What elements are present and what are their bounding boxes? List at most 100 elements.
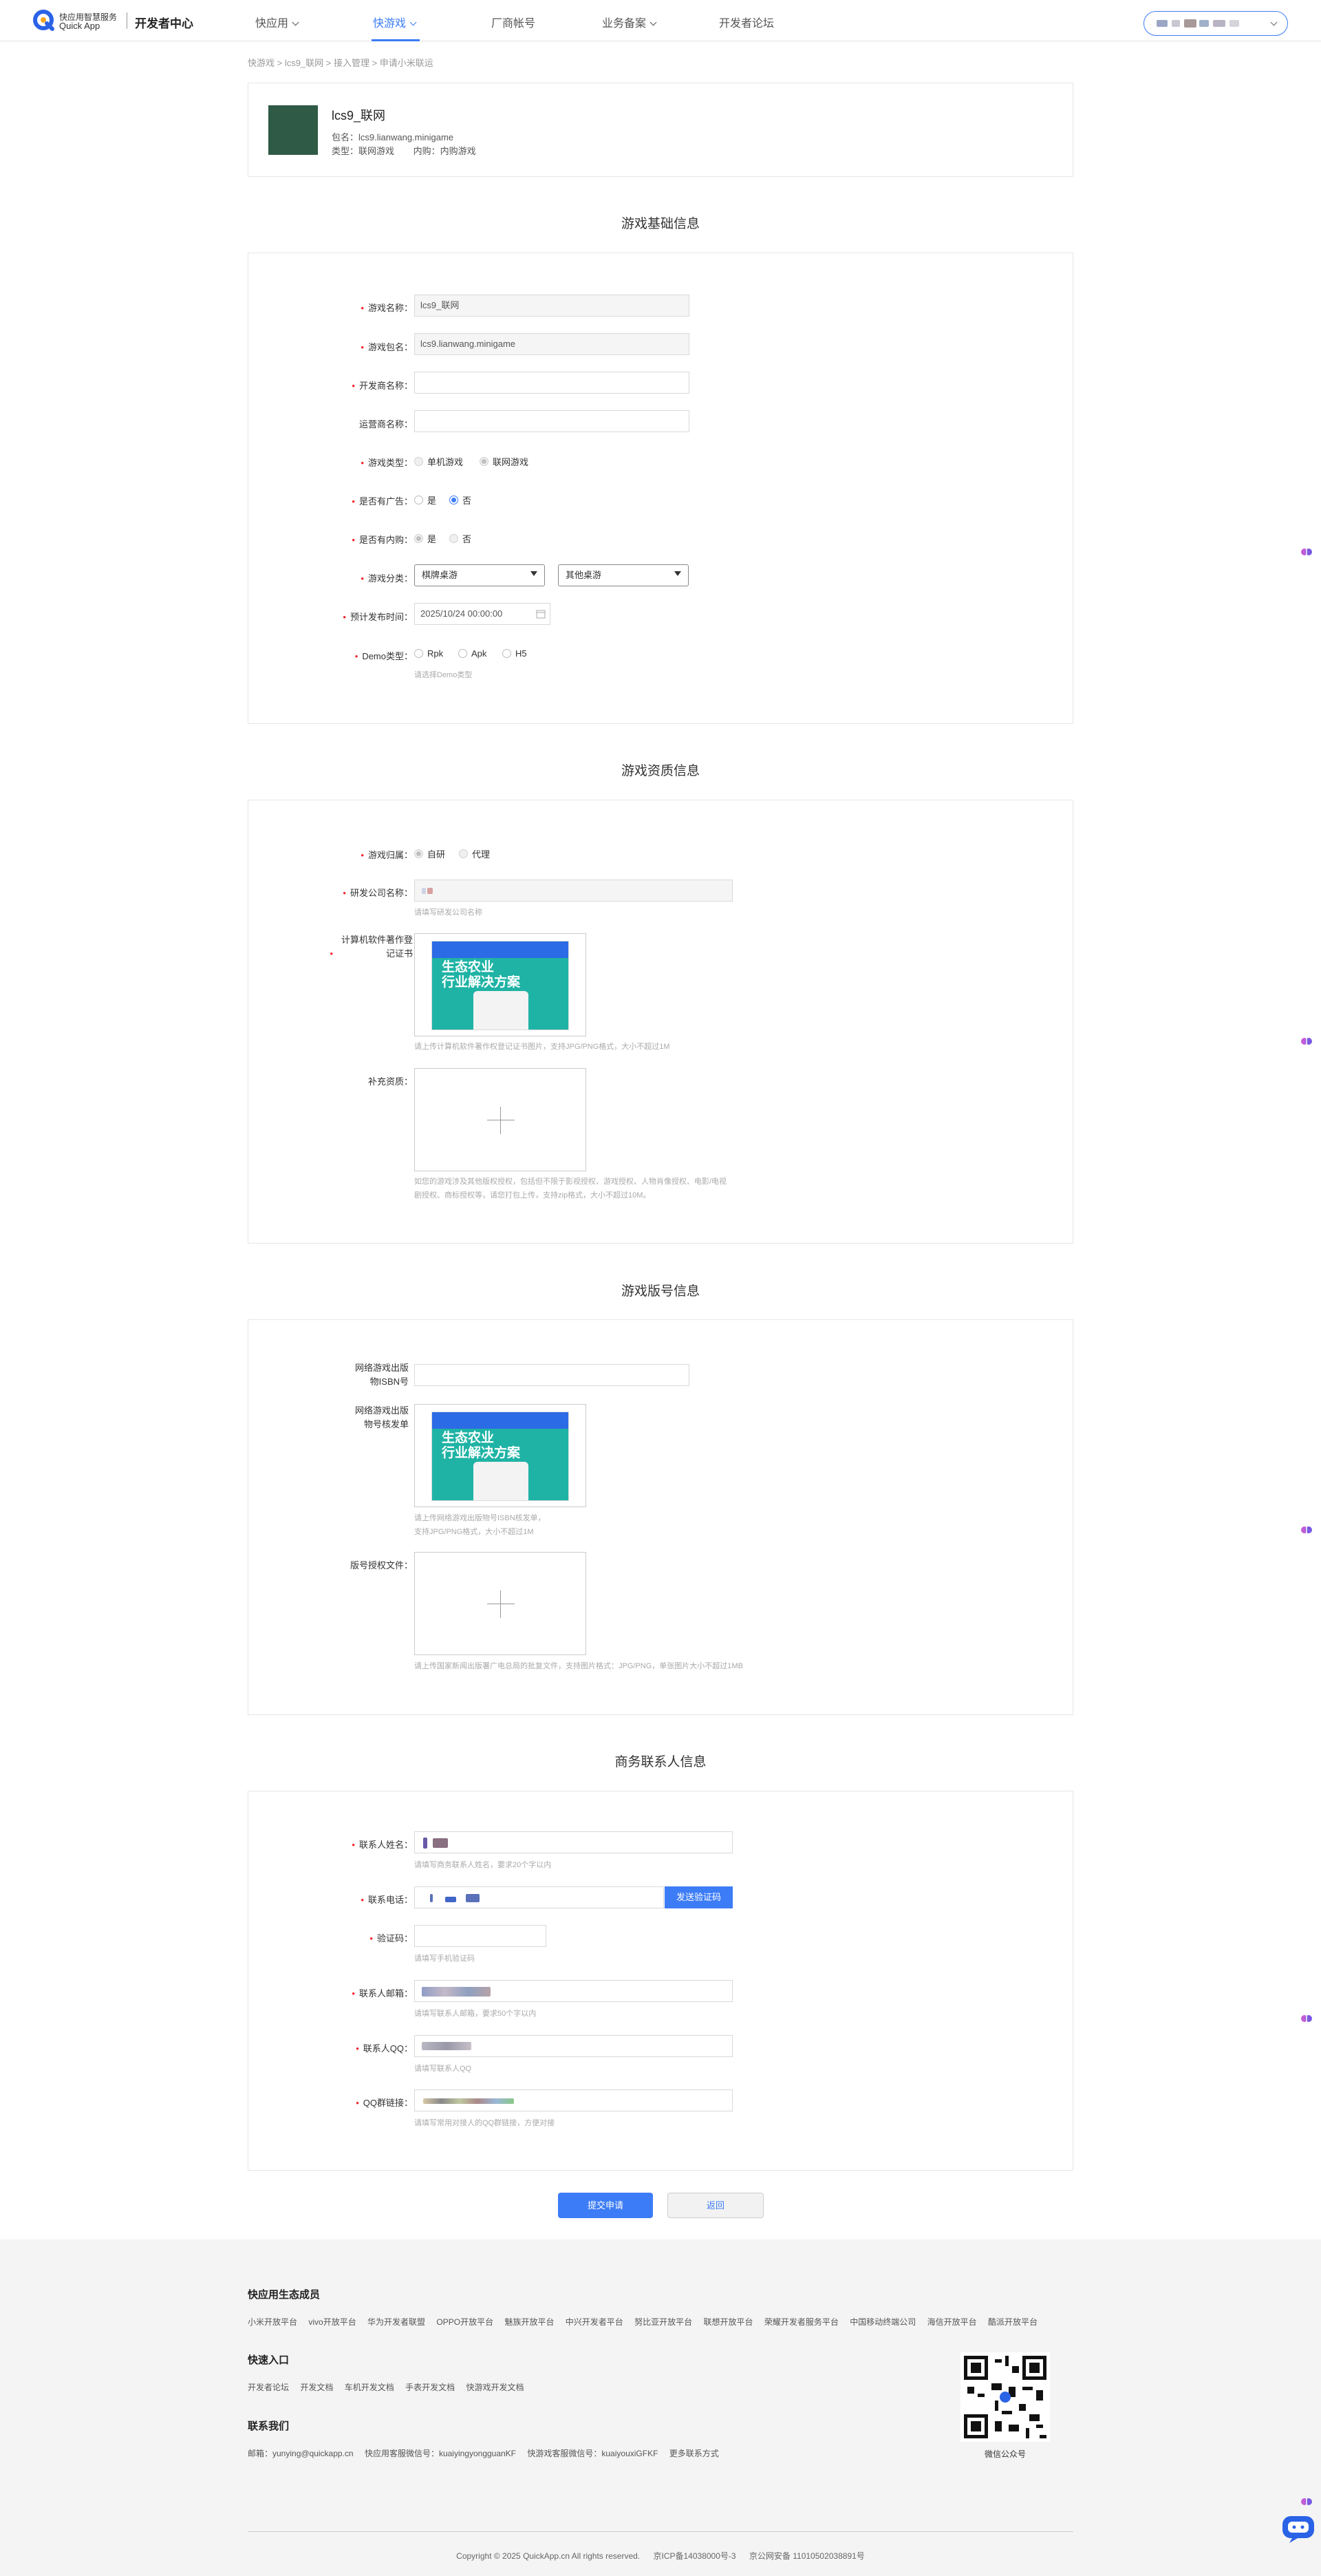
company-input[interactable] — [414, 880, 733, 902]
footer-link[interactable]: 努比亚开放平台 — [634, 2317, 692, 2327]
send-code-button[interactable]: 发送验证码 — [665, 1886, 733, 1908]
extra-upload[interactable] — [414, 1068, 586, 1171]
developer-input[interactable] — [414, 372, 689, 394]
nav-developer-forum[interactable]: 开发者论坛 — [719, 14, 774, 30]
game-name-label: • 游戏名称： — [361, 303, 413, 313]
license-auth-upload[interactable] — [414, 1552, 586, 1655]
category-primary-select[interactable]: 棋牌桌游 — [414, 564, 545, 586]
qr-code-icon — [964, 2356, 1046, 2438]
app-icon — [268, 105, 318, 155]
brain-float-icon[interactable] — [1299, 544, 1314, 560]
quickapp-logo[interactable] — [33, 10, 55, 32]
footer-eco-title: 快应用生态成员 — [248, 2289, 321, 2301]
demo-type-hint: 请选择Demo类型 — [414, 671, 473, 679]
approval-upload[interactable]: 生态农业 行业解决方案 — [414, 1404, 586, 1507]
copyright-upload[interactable]: 生态农业 行业解决方案 — [414, 933, 586, 1036]
footer-link[interactable]: 酷派开放平台 — [988, 2317, 1038, 2327]
demo-apk-radio[interactable]: Apk — [458, 648, 486, 659]
contact-email-hint: 请填写联系人邮箱，要求50个字以内 — [414, 2010, 537, 2018]
footer-link[interactable]: 车机开发文档 — [345, 2383, 394, 2392]
footer-link[interactable]: 中国移动终端公司 — [850, 2317, 916, 2327]
footer-link[interactable]: 华为开发者联盟 — [367, 2317, 425, 2327]
code-input[interactable] — [414, 1925, 546, 1947]
masked-text — [1184, 19, 1196, 28]
chevron-down-icon — [292, 19, 299, 26]
police-record-link[interactable]: 京公网安备 11010502038891号 — [749, 2551, 865, 2561]
footer-link[interactable]: OPPO开放平台 — [436, 2317, 493, 2327]
footer-link[interactable]: 开发文档 — [300, 2383, 333, 2392]
contact-email-input[interactable] — [414, 1980, 733, 2002]
nav-quickgame[interactable]: 快游戏 — [373, 14, 417, 30]
breadcrumb[interactable]: 快游戏 > lcs9_联网 > 接入管理 > 申请小米联运 — [248, 56, 433, 69]
game-type-online-radio[interactable]: 联网游戏 — [480, 455, 528, 468]
footer-link[interactable]: 联想开放平台 — [704, 2317, 753, 2327]
release-time-input[interactable]: 2025/10/24 00:00:00 — [414, 603, 550, 625]
icp-link[interactable]: 京ICP备14038000号-3 — [654, 2551, 736, 2561]
footer-link[interactable]: 魅族开放平台 — [504, 2317, 554, 2327]
footer-link[interactable]: 快游戏开发文档 — [466, 2383, 524, 2392]
radio-circle — [414, 649, 423, 658]
radio-circle — [458, 649, 467, 658]
package-input[interactable]: lcs9.lianwang.minigame — [414, 333, 689, 355]
radio-label: 是 — [427, 496, 437, 506]
radio-label: 联网游戏 — [493, 457, 529, 467]
footer-link[interactable]: 海信开放平台 — [927, 2317, 977, 2327]
extra-label: 补充资质： — [367, 1076, 413, 1087]
nav-developer-forum-label: 开发者论坛 — [719, 18, 775, 30]
footer-quick-links: 开发者论坛 开发文档 车机开发文档 手表开发文档 快游戏开发文档 — [248, 2381, 533, 2393]
footer-link[interactable]: 手表开发文档 — [405, 2383, 455, 2392]
iap-yes-radio[interactable]: 是 — [414, 532, 436, 545]
footer-link[interactable]: 开发者论坛 — [248, 2383, 289, 2392]
game-type-single-radio[interactable]: 单机游戏 — [414, 455, 463, 468]
contact-name-input[interactable] — [414, 1831, 733, 1853]
submit-button[interactable]: 提交申请 — [558, 2193, 653, 2218]
ads-yes-radio[interactable]: 是 — [414, 493, 436, 507]
nav-business-filing[interactable]: 业务备案 — [602, 14, 657, 30]
ownership-agent-radio[interactable]: 代理 — [459, 847, 490, 860]
chat-assistant-icon[interactable] — [1280, 2513, 1317, 2544]
top-header: 快应用智慧服务 Quick App 开发者中心 快应用 快游戏 厂商帐号 业务备… — [0, 0, 1321, 41]
nav-quickgame-label: 快游戏 — [373, 18, 407, 30]
footer-link[interactable]: 中兴开发者平台 — [566, 2317, 623, 2327]
isbn-label: 网络游戏出版 物ISBN号 — [354, 1363, 409, 1387]
company-label: • 研发公司名称： — [343, 888, 413, 898]
iap-no-radio[interactable]: 否 — [449, 532, 471, 545]
footer-link[interactable]: 小米开放平台 — [248, 2317, 297, 2327]
operator-input[interactable] — [414, 410, 689, 432]
isbn-input[interactable] — [414, 1364, 689, 1386]
thumb-phone — [473, 991, 528, 1030]
nav-vendor-account[interactable]: 厂商帐号 — [491, 14, 535, 30]
footer-contact-email[interactable]: 邮箱：yunying@quickapp.cn — [248, 2449, 354, 2458]
ownership-self-radio[interactable]: 自研 — [414, 847, 445, 860]
back-button[interactable]: 返回 — [667, 2193, 764, 2218]
nav-active-indicator — [372, 39, 420, 41]
footer-contact-title: 联系我们 — [248, 2420, 290, 2432]
masked-text — [423, 2098, 514, 2104]
user-account-dropdown[interactable] — [1143, 11, 1288, 36]
contact-qq-input[interactable] — [414, 2035, 733, 2057]
footer-link[interactable]: vivo开放平台 — [308, 2317, 356, 2327]
masked-text — [1213, 20, 1225, 27]
chevron-down-icon — [409, 19, 417, 26]
brain-float-icon[interactable] — [1299, 2494, 1314, 2509]
brain-float-icon[interactable] — [1299, 2011, 1314, 2026]
extra-hint-2: 剧授权、商标授权等，请您打包上传，支持zip格式，大小不超过10M。 — [414, 1191, 651, 1200]
brain-float-icon[interactable] — [1299, 1034, 1314, 1049]
approval-hint-2: 支持JPG/PNG格式，大小不超过1M — [414, 1528, 534, 1536]
footer-link[interactable]: 荣耀开发者服务平台 — [764, 2317, 839, 2327]
nav-quickapp-label: 快应用 — [255, 18, 289, 30]
demo-rpk-radio[interactable]: Rpk — [414, 648, 443, 659]
demo-h5-radio[interactable]: H5 — [502, 648, 527, 659]
qq-group-input[interactable] — [414, 2089, 733, 2111]
ownership-label: • 游戏归属： — [361, 850, 413, 860]
contact-phone-input[interactable] — [414, 1886, 664, 1908]
game-name-input[interactable]: lcs9_联网 — [414, 295, 689, 317]
nav-quickapp[interactable]: 快应用 — [255, 14, 299, 30]
category-secondary-select[interactable]: 其他桌游 — [558, 564, 689, 586]
package-label: • 游戏包名： — [361, 342, 413, 352]
brain-float-icon[interactable] — [1299, 1522, 1314, 1537]
ads-no-radio[interactable]: 否 — [449, 493, 471, 507]
footer-more-contacts-link[interactable]: 更多联系方式 — [669, 2449, 719, 2458]
license-auth-hint: 请上传国家新闻出版署广电总局的批复文件，支持图片格式：JPG/PNG，单张图片大… — [414, 1662, 743, 1670]
masked-text — [1199, 20, 1209, 27]
